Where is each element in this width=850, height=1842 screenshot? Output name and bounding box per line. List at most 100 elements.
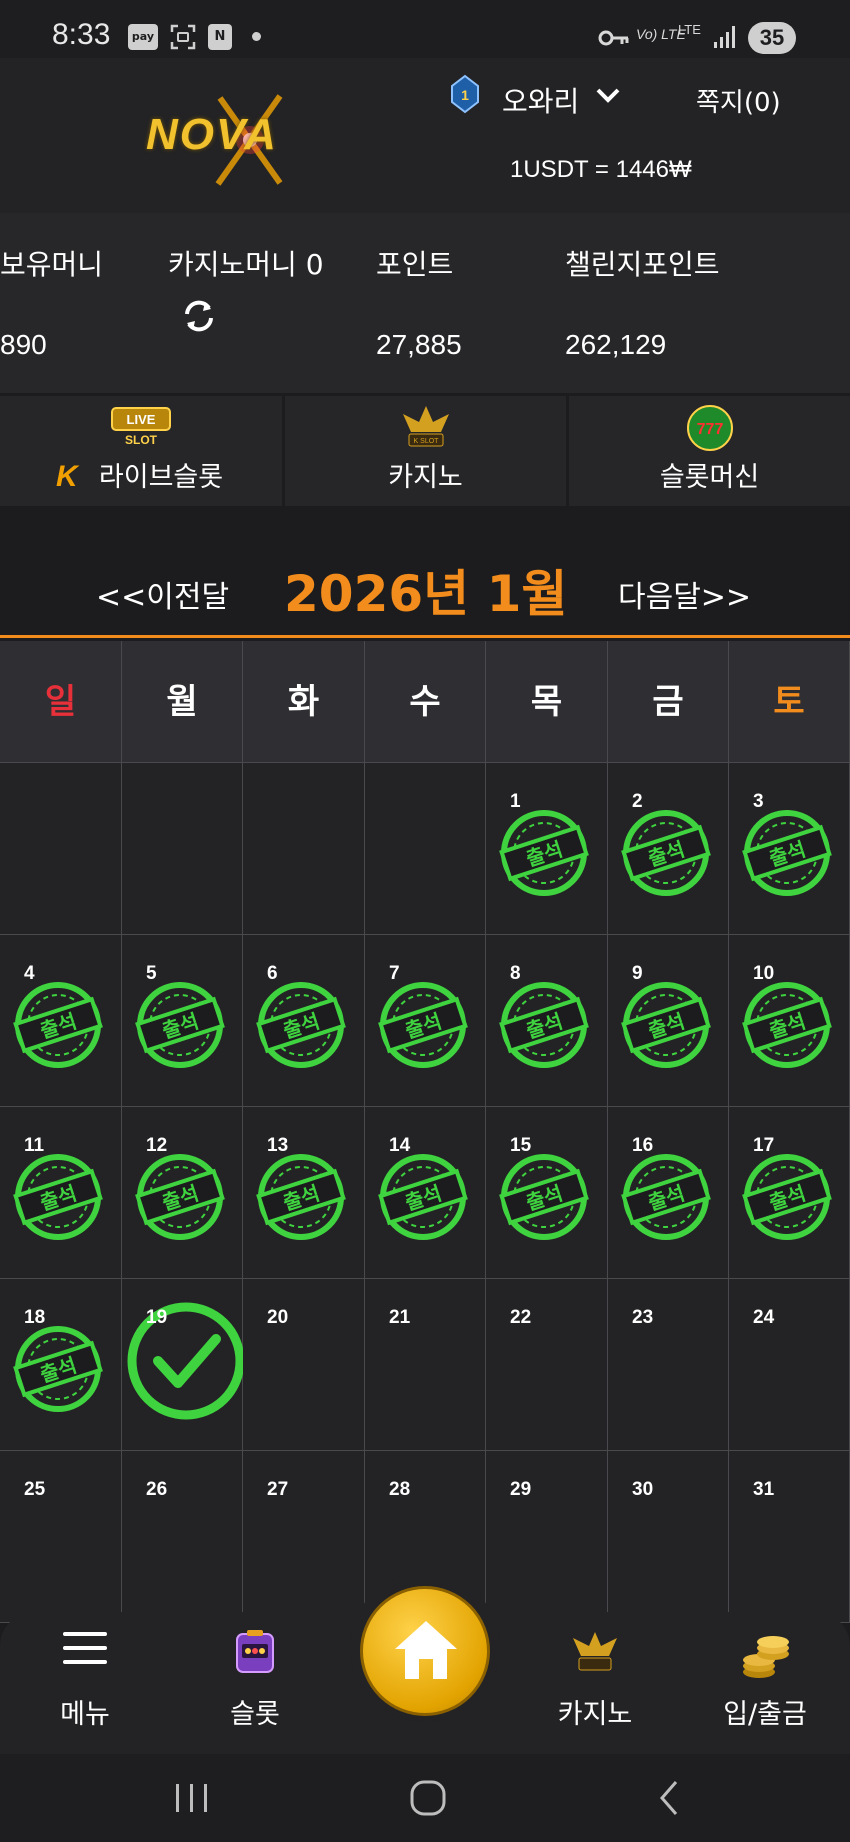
tab-live-slot[interactable]: LIVE SLOT K 라이브슬롯 (0, 396, 282, 506)
nav-menu[interactable]: 메뉴 (15, 1620, 155, 1744)
nav-deposit-withdraw[interactable]: 입/출금 (695, 1620, 835, 1744)
day-number: 19 (146, 1307, 168, 1328)
attendance-stamp-icon: 출석 (742, 1154, 832, 1240)
calendar-day-cell[interactable]: 25 (0, 1451, 122, 1623)
day-number: 25 (24, 1479, 46, 1500)
calendar-day-cell[interactable]: 출석 5 (122, 935, 243, 1107)
attendance-stamp-icon: 출석 (13, 1154, 103, 1240)
day-number: 22 (510, 1307, 532, 1328)
day-number: 5 (146, 963, 157, 984)
n-app-icon: N (208, 24, 232, 50)
day-number: 10 (753, 963, 775, 984)
month-navigation: <<이전달 2026년 1월 다음달>> (0, 506, 850, 638)
signal-icon (712, 24, 738, 54)
calendar-day-cell[interactable]: 19 (122, 1279, 245, 1451)
slot-machine-icon: 777 (680, 402, 740, 460)
day-number: 1 (510, 791, 521, 812)
messages-link[interactable]: 쪽지(0) (696, 82, 781, 119)
calendar-empty-cell (243, 763, 365, 935)
attendance-stamp-icon: 출석 (499, 982, 589, 1068)
attendance-stamp-icon: 출석 (742, 810, 832, 896)
calendar-day-cell[interactable]: 출석 8 (486, 935, 608, 1107)
svg-text:SLOT: SLOT (125, 433, 158, 447)
calendar-day-cell[interactable]: 출석 3 (729, 763, 850, 935)
tab-slot-machine[interactable]: 777 슬롯머신 (569, 396, 850, 506)
next-month-button[interactable]: 다음달>> (618, 572, 751, 616)
calendar-day-cell[interactable]: 출석 10 (729, 935, 850, 1107)
point-value: 27,885 (376, 329, 462, 360)
day-number: 9 (632, 963, 643, 984)
calendar-empty-cell (365, 763, 486, 935)
day-number: 4 (24, 963, 35, 984)
day-number: 15 (510, 1135, 532, 1156)
balance-panel: 보유머니 890 카지노머니 0 포인트 27,885 챌린지포인트 262,1… (0, 213, 850, 393)
calendar-day-cell[interactable]: 출석 13 (243, 1107, 365, 1279)
day-number: 27 (267, 1479, 289, 1500)
weekday-header: 화 (243, 641, 365, 763)
previous-month-button[interactable]: <<이전달 (96, 572, 229, 616)
calendar-day-cell[interactable]: 출석 9 (608, 935, 729, 1107)
username-dropdown[interactable]: 오와리 (502, 80, 579, 120)
nav-casino[interactable]: 카지노 (525, 1620, 665, 1744)
calendar-day-cell[interactable]: 27 (243, 1451, 365, 1623)
home-button[interactable] (360, 1586, 490, 1716)
weekday-header: 목 (486, 641, 608, 763)
key-icon (598, 28, 630, 52)
nav-label: 카지노 (557, 1699, 633, 1730)
day-number: 18 (24, 1307, 46, 1328)
calendar-day-cell[interactable]: 21 (365, 1279, 486, 1451)
challenge-point-value: 262,129 (565, 329, 667, 360)
calendar-day-cell[interactable]: 24 (729, 1279, 850, 1451)
lte-indicator: LTE (678, 22, 701, 37)
calendar-day-cell[interactable]: 출석 17 (729, 1107, 850, 1279)
weekday-header: 월 (122, 641, 243, 763)
calendar-day-cell[interactable]: 22 (486, 1279, 608, 1451)
refresh-icon[interactable] (180, 297, 218, 335)
back-icon[interactable] (650, 1778, 690, 1822)
home-system-icon[interactable] (408, 1778, 448, 1822)
calendar-empty-cell (0, 763, 122, 935)
svg-text:777: 777 (696, 421, 723, 438)
calendar-day-cell[interactable]: 출석 7 (365, 935, 486, 1107)
calendar-day-cell[interactable]: 26 (122, 1451, 243, 1623)
day-number: 24 (753, 1307, 775, 1328)
calendar-day-cell[interactable]: 출석 4 (0, 935, 122, 1107)
day-number: 17 (753, 1135, 775, 1156)
attendance-stamp-icon: 출석 (13, 1326, 103, 1412)
logo-text[interactable]: NOVA (146, 110, 278, 160)
calendar-day-cell[interactable]: 출석 6 (243, 935, 365, 1107)
nav-slot[interactable]: 슬롯 (185, 1620, 325, 1744)
calendar-day-cell[interactable]: 23 (608, 1279, 729, 1451)
holding-money-label: 보유머니 (0, 248, 104, 281)
attendance-stamp-icon: 출석 (378, 982, 468, 1068)
calendar-day-cell[interactable]: 출석 1 (486, 763, 608, 935)
recent-apps-icon[interactable] (172, 1778, 212, 1822)
calendar-day-cell[interactable]: 출석 15 (486, 1107, 608, 1279)
notification-dot (252, 32, 261, 41)
calendar-day-cell[interactable]: 30 (608, 1451, 729, 1623)
calendar-day-cell[interactable]: 출석 11 (0, 1107, 122, 1279)
day-number: 28 (389, 1479, 411, 1500)
system-navigation-bar (0, 1754, 850, 1842)
calendar-day-cell[interactable]: 출석 16 (608, 1107, 729, 1279)
chevron-down-icon[interactable] (595, 82, 621, 112)
day-number: 8 (510, 963, 521, 984)
tab-casino[interactable]: K SLOT 카지노 (285, 396, 566, 506)
day-number: 21 (389, 1307, 411, 1328)
calendar-day-cell[interactable]: 출석 2 (608, 763, 729, 935)
calendar-day-cell[interactable]: 출석 14 (365, 1107, 486, 1279)
day-number: 7 (389, 963, 400, 984)
day-number: 12 (146, 1135, 168, 1156)
calendar-day-cell[interactable]: 출석 12 (122, 1107, 243, 1279)
status-bar: 8:33 pay N Vo) LTE LTE 35 (0, 0, 850, 58)
calendar-day-cell[interactable]: 20 (243, 1279, 365, 1451)
weekday-header: 금 (608, 641, 729, 763)
attendance-stamp-icon: 출석 (742, 982, 832, 1068)
calendar-day-cell[interactable]: 출석 18 (0, 1279, 122, 1451)
calendar-day-cell[interactable]: 31 (729, 1451, 850, 1623)
day-number: 14 (389, 1135, 411, 1156)
calendar-day-cell[interactable]: 29 (486, 1451, 608, 1623)
casino-money-label: 카지노머니 0 (168, 248, 324, 281)
today-check-icon (127, 1302, 245, 1420)
weekday-header: 일 (0, 641, 122, 763)
